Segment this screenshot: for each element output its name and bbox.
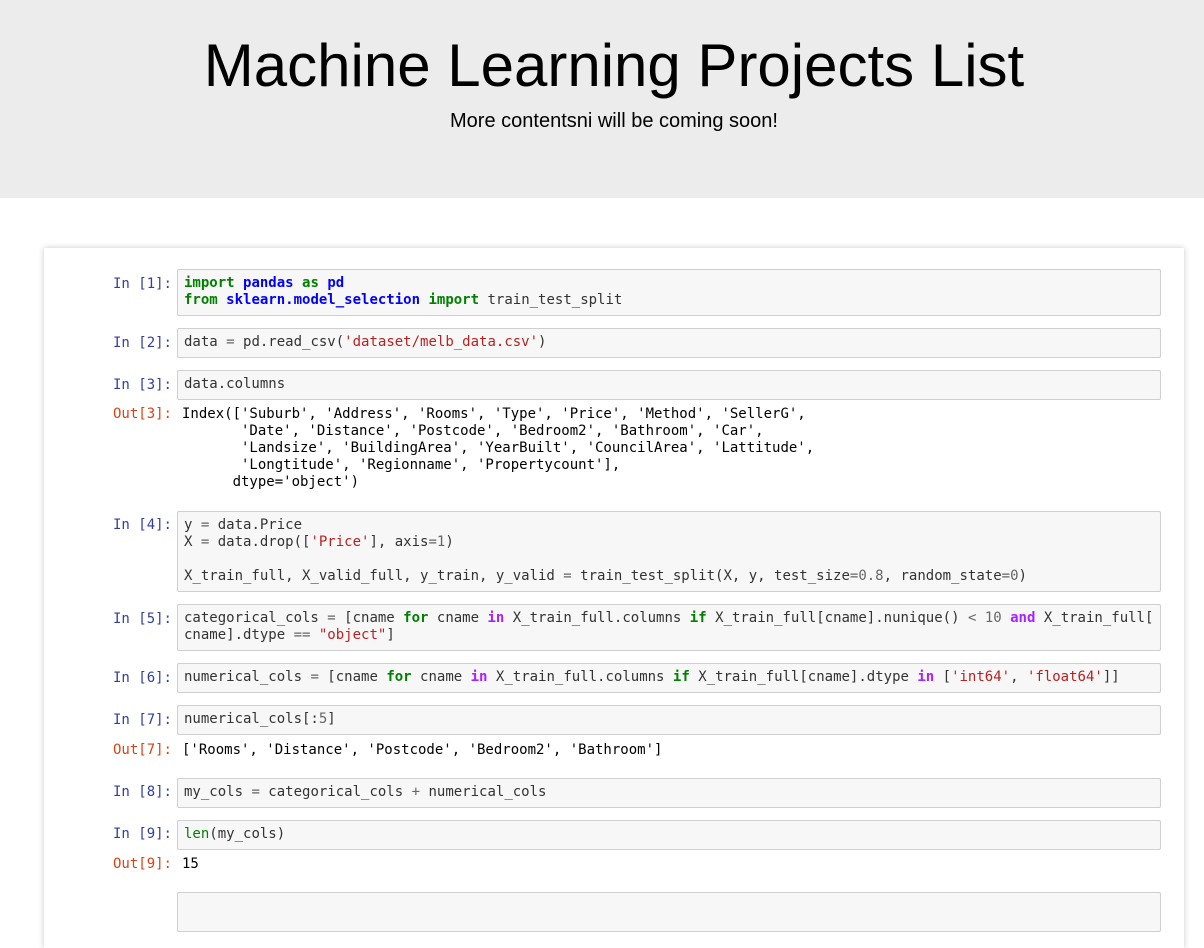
code-token: 10	[984, 610, 1002, 626]
code-text: y = data.Price X = data.drop(['Price'], …	[184, 517, 1027, 584]
code-token: and	[1010, 610, 1036, 626]
code-token: import	[184, 275, 235, 291]
code-token: pd	[327, 275, 345, 291]
code-cell[interactable]: len(my_cols)	[177, 820, 1161, 850]
code-cell[interactable]	[177, 892, 1161, 932]
code-token: 'int64'	[951, 669, 1011, 685]
code-token: 5	[318, 711, 328, 727]
input-prompt: In [2]:	[112, 335, 172, 351]
code-token: =	[200, 534, 210, 550]
code-token: 0.8	[858, 568, 884, 584]
code-text: categorical_cols = [cname for cname in X…	[184, 610, 1154, 643]
code-cell[interactable]: import pandas as pd from sklearn.model_s…	[177, 269, 1161, 316]
code-token: ==	[293, 627, 311, 643]
code-token: 1	[436, 534, 446, 550]
code-token: in	[487, 610, 505, 626]
code-token: =	[251, 784, 260, 800]
code-token: "object"	[318, 627, 387, 643]
code-cell[interactable]: my_cols = categorical_cols + numerical_c…	[177, 778, 1161, 808]
code-text: numerical_cols = [cname for cname in X_t…	[184, 669, 1120, 685]
code-cell[interactable]: numerical_cols[:5]	[177, 705, 1161, 735]
code-token: =	[563, 568, 572, 584]
input-prompt: In [4]:	[112, 517, 172, 533]
code-token: <	[967, 610, 977, 626]
input-prompt: In [1]:	[112, 276, 172, 292]
code-cell[interactable]: data.columns	[177, 370, 1161, 400]
code-token: from	[184, 292, 218, 308]
notebook-container: In [1]: import pandas as pd from sklearn…	[44, 248, 1184, 948]
code-cell[interactable]: categorical_cols = [cname for cname in X…	[177, 604, 1161, 651]
code-token: pandas	[243, 275, 294, 291]
header-banner: Machine Learning Projects List More cont…	[0, 0, 1204, 198]
code-token: sklearn.model_selection	[226, 292, 421, 308]
code-token: if	[689, 610, 707, 626]
output-prompt: Out[7]:	[112, 742, 172, 758]
code-token: import	[428, 292, 480, 308]
code-text: my_cols = categorical_cols + numerical_c…	[184, 784, 547, 800]
cell-output: 15	[182, 856, 199, 872]
input-prompt: In [7]:	[112, 712, 172, 728]
page-title: Machine Learning Projects List	[203, 32, 1025, 99]
code-token: 'dataset/melb_data.csv'	[344, 334, 539, 350]
code-token: =	[1001, 568, 1011, 584]
input-prompt: In [5]:	[112, 611, 172, 627]
code-token: as	[302, 275, 319, 291]
page-subtitle: More contentsni will be coming soon!	[450, 110, 778, 132]
code-token: =	[200, 517, 210, 533]
code-token: =	[428, 534, 437, 550]
code-token: 'Price'	[310, 534, 370, 550]
code-token: =	[327, 610, 336, 626]
code-token: in	[917, 669, 935, 685]
cell-output: Index(['Suburb', 'Address', 'Rooms', 'Ty…	[182, 406, 815, 490]
code-token: len	[184, 826, 210, 842]
code-cell[interactable]: y = data.Price X = data.drop(['Price'], …	[177, 511, 1161, 592]
code-text: data = pd.read_csv('dataset/melb_data.cs…	[184, 334, 547, 350]
input-prompt: In [3]:	[112, 377, 172, 393]
code-token: =	[226, 334, 235, 350]
output-prompt: Out[3]:	[112, 406, 172, 422]
code-text: len(my_cols)	[184, 826, 286, 842]
code-text: numerical_cols[:5]	[184, 711, 336, 727]
code-token: in	[470, 669, 488, 685]
code-text: data.columns	[184, 376, 286, 392]
code-token: for	[403, 610, 429, 626]
code-cell[interactable]: numerical_cols = [cname for cname in X_t…	[177, 663, 1161, 693]
code-token: =	[310, 669, 319, 685]
code-token: 0	[1010, 568, 1019, 584]
code-cell[interactable]: data = pd.read_csv('dataset/melb_data.cs…	[177, 328, 1161, 358]
code-token: +	[411, 784, 421, 800]
code-text: import pandas as pd from sklearn.model_s…	[184, 275, 623, 308]
code-token: 'float64'	[1026, 669, 1103, 685]
input-prompt: In [9]:	[112, 826, 172, 842]
input-prompt: In [6]:	[112, 670, 172, 686]
cell-output: ['Rooms', 'Distance', 'Postcode', 'Bedro…	[182, 742, 663, 758]
input-prompt: In [8]:	[112, 784, 172, 800]
output-prompt: Out[9]:	[112, 856, 172, 872]
code-token: for	[386, 669, 412, 685]
code-token: if	[672, 669, 690, 685]
